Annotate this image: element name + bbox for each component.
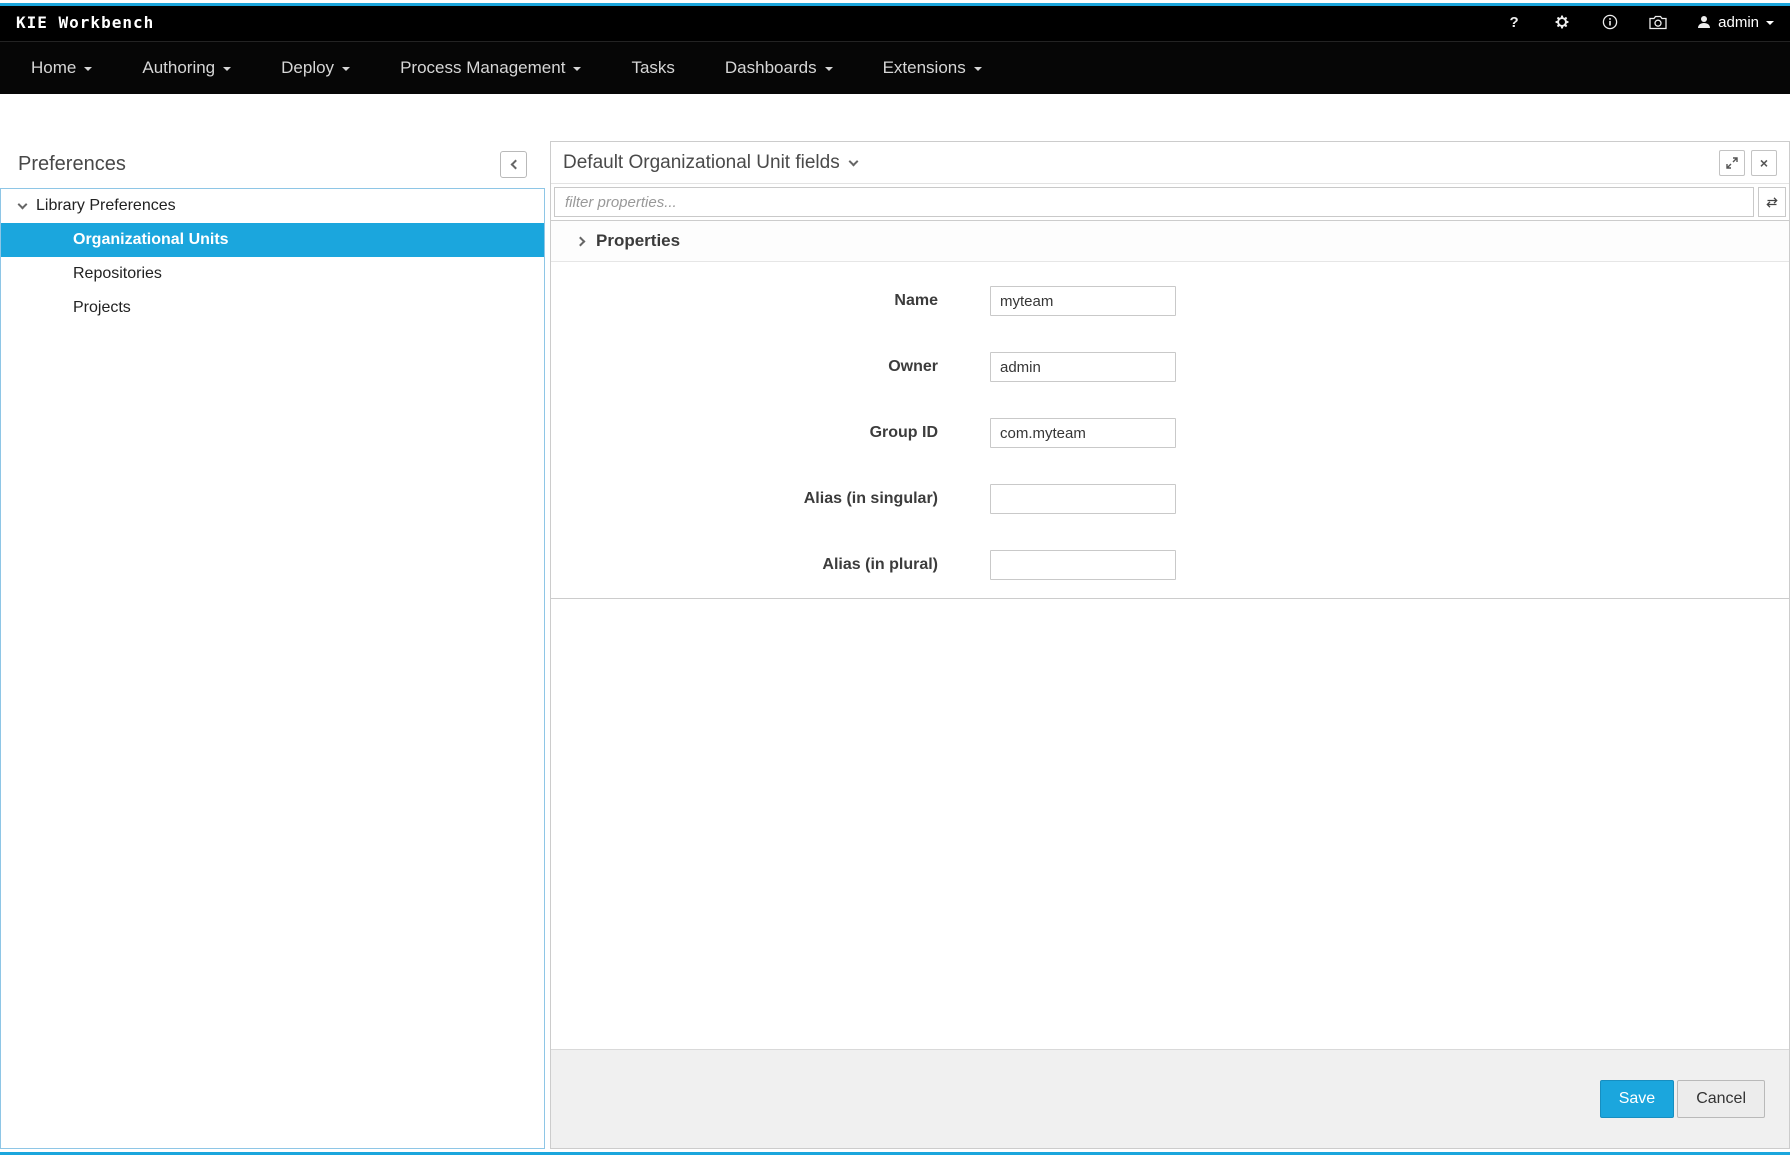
chevron-right-icon [576, 236, 586, 246]
nav-label: Deploy [281, 58, 334, 78]
filter-bar [551, 184, 1789, 221]
owner-field[interactable] [990, 352, 1176, 382]
section-label: Properties [596, 231, 680, 251]
refresh-button[interactable] [1758, 187, 1786, 217]
form-row: Alias (in plural) [551, 550, 1789, 580]
nav-label: Process Management [400, 58, 565, 78]
chevron-down-icon [974, 67, 982, 71]
user-menu[interactable]: admin [1697, 14, 1774, 31]
form-row: Owner [551, 352, 1789, 382]
collapse-panel-button[interactable] [500, 151, 527, 178]
preferences-title: Preferences [18, 153, 126, 176]
alias-plural-label: Alias (in plural) [551, 556, 938, 574]
expand-icon [1726, 157, 1738, 169]
tree-root-library-preferences[interactable]: Library Preferences [1, 189, 544, 223]
nav-label: Tasks [631, 58, 674, 78]
tree-item-label: Organizational Units [73, 231, 229, 249]
info-icon[interactable] [1601, 13, 1619, 31]
primary-nav: Home Authoring Deploy Process Management… [0, 41, 1790, 94]
editor-empty-area [551, 599, 1789, 1049]
filter-input[interactable] [554, 187, 1754, 217]
help-icon[interactable]: ? [1505, 13, 1523, 31]
group-id-field[interactable] [990, 418, 1176, 448]
swap-arrows-icon [1765, 196, 1779, 209]
alias-singular-field[interactable] [990, 484, 1176, 514]
chevron-down-icon [223, 67, 231, 71]
section-properties[interactable]: Properties [551, 221, 1789, 262]
user-icon [1697, 15, 1711, 29]
nav-item-process-management[interactable]: Process Management [375, 42, 606, 94]
chevron-left-icon [510, 160, 520, 170]
tree-item-repositories[interactable]: Repositories [1, 257, 544, 291]
save-button[interactable]: Save [1600, 1080, 1674, 1118]
tree-root-label: Library Preferences [36, 197, 176, 215]
chevron-down-icon [1766, 21, 1774, 25]
nav-item-tasks[interactable]: Tasks [606, 42, 699, 94]
nav-item-home[interactable]: Home [6, 42, 117, 94]
editor-panel: Default Organizational Unit fields × Pro… [550, 141, 1790, 1149]
masthead-actions: ? admin [1505, 13, 1774, 31]
workspace: Preferences Library Preferences Organiza… [0, 94, 1790, 1149]
alias-plural-field[interactable] [990, 550, 1176, 580]
cancel-button[interactable]: Cancel [1677, 1080, 1765, 1118]
chevron-down-icon [84, 67, 92, 71]
nav-label: Home [31, 58, 76, 78]
preferences-tree: Library Preferences Organizational Units… [0, 188, 545, 1149]
form-footer: Save Cancel [551, 1049, 1789, 1148]
close-icon: × [1760, 155, 1768, 171]
maximize-button[interactable] [1719, 150, 1745, 176]
close-button[interactable]: × [1751, 150, 1777, 176]
editor-title-menu[interactable]: Default Organizational Unit fields [563, 152, 857, 174]
editor-header: Default Organizational Unit fields × [551, 142, 1789, 184]
properties-form: Name Owner Group ID Alias (in singular) … [551, 262, 1789, 599]
nav-item-extensions[interactable]: Extensions [858, 42, 1007, 94]
user-name: admin [1718, 14, 1759, 31]
owner-label: Owner [551, 358, 938, 376]
nav-item-authoring[interactable]: Authoring [117, 42, 256, 94]
editor-header-buttons: × [1719, 150, 1777, 176]
nav-item-deploy[interactable]: Deploy [256, 42, 375, 94]
tree-item-projects[interactable]: Projects [1, 291, 544, 325]
name-label: Name [551, 292, 938, 310]
tree-item-label: Projects [73, 299, 131, 317]
top-accent-line [0, 3, 1790, 6]
nav-item-dashboards[interactable]: Dashboards [700, 42, 858, 94]
preferences-header: Preferences [0, 141, 545, 188]
form-row: Name [551, 286, 1789, 316]
tree-item-organizational-units[interactable]: Organizational Units [1, 223, 544, 257]
group-id-label: Group ID [551, 424, 938, 442]
form-row: Group ID [551, 418, 1789, 448]
nav-label: Authoring [142, 58, 215, 78]
chevron-down-icon [342, 67, 350, 71]
gear-icon[interactable] [1553, 13, 1571, 31]
chevron-down-icon [573, 67, 581, 71]
tree-item-label: Repositories [73, 265, 162, 283]
chevron-down-icon [18, 200, 28, 210]
preferences-panel: Preferences Library Preferences Organiza… [0, 141, 545, 1149]
alias-singular-label: Alias (in singular) [551, 490, 938, 508]
camera-icon[interactable] [1649, 13, 1667, 31]
masthead: KIE Workbench ? admin [0, 3, 1790, 41]
brand-logo: KIE Workbench [16, 13, 154, 32]
nav-label: Dashboards [725, 58, 817, 78]
editor-title: Default Organizational Unit fields [563, 152, 840, 174]
chevron-down-icon [848, 156, 858, 166]
form-row: Alias (in singular) [551, 484, 1789, 514]
nav-label: Extensions [883, 58, 966, 78]
chevron-down-icon [825, 67, 833, 71]
name-field[interactable] [990, 286, 1176, 316]
